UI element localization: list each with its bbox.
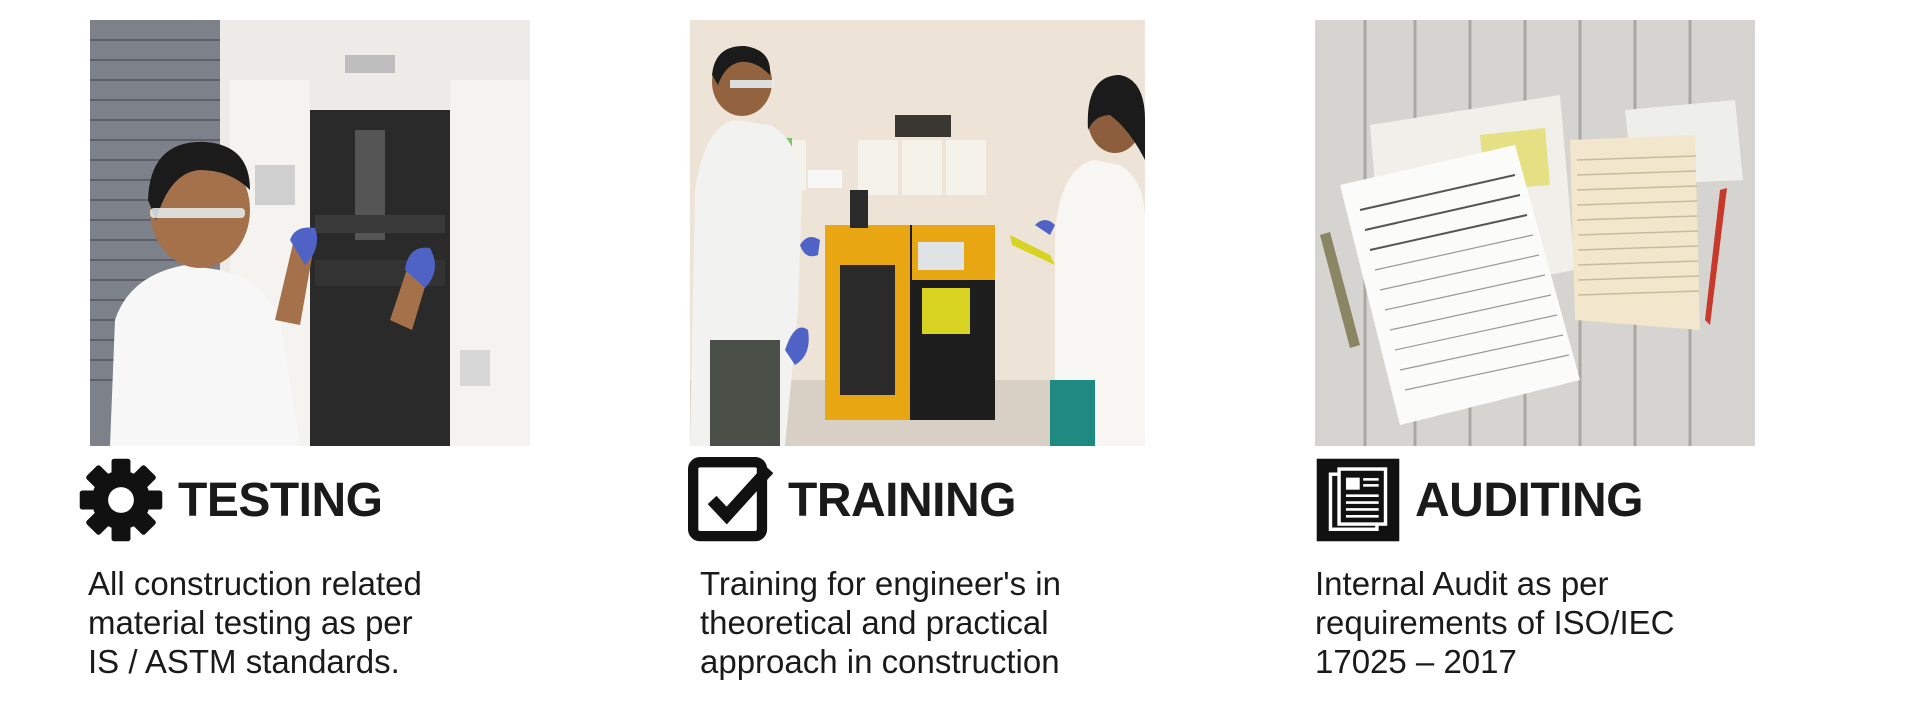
description-line: requirements of ISO/IEC [1315,604,1675,641]
description-line: material testing as per [88,604,413,641]
description-line: All construction related [88,565,422,602]
training-heading: TRAINING [688,455,1016,545]
auditing-photo [1315,20,1755,446]
training-description: Training for engineer's in theoretical a… [700,564,1140,681]
description-line: approach in construction [700,643,1060,680]
training-title: TRAINING [788,473,1016,527]
auditing-heading: AUDITING [1315,455,1643,545]
services-page: TESTING All construction related materia… [0,0,1920,710]
testing-heading: TESTING [78,455,383,545]
description-line: IS / ASTM standards. [88,643,400,680]
training-photo [690,20,1145,446]
auditing-description: Internal Audit as per requirements of IS… [1315,564,1755,681]
testing-description: All construction related material testin… [88,564,528,681]
document-icon [1316,458,1400,542]
description-line: Internal Audit as per [1315,565,1609,602]
description-line: Training for engineer's in [700,565,1061,602]
description-line: 17025 – 2017 [1315,643,1517,680]
checkbox-check-icon [688,457,774,542]
testing-title: TESTING [178,473,383,527]
gear-icon [79,458,163,542]
auditing-title: AUDITING [1415,473,1643,527]
testing-photo [90,20,530,446]
description-line: theoretical and practical [700,604,1049,641]
